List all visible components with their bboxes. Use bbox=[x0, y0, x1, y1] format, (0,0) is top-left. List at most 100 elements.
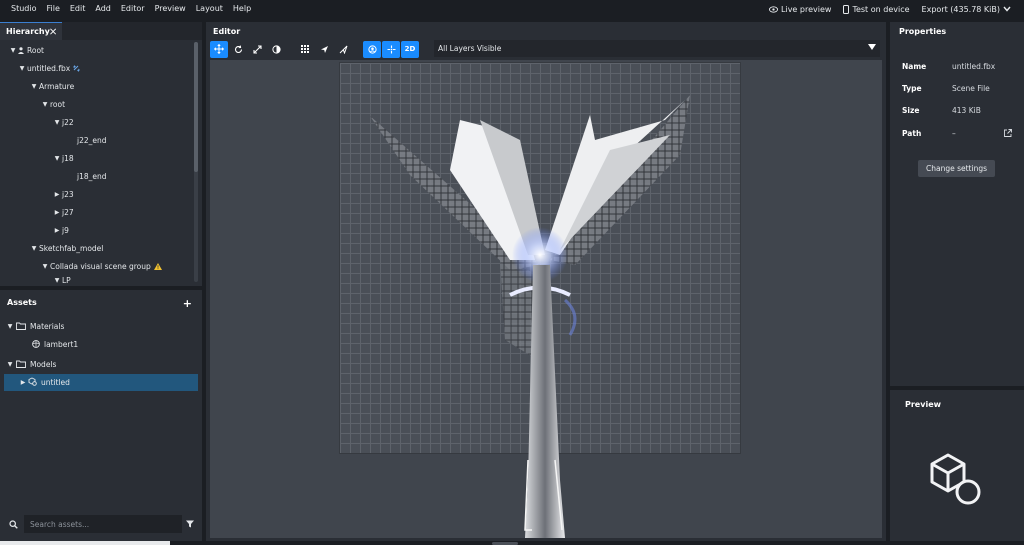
asset-row[interactable]: lambert1 bbox=[4, 336, 198, 353]
live-preview-button[interactable]: Live preview bbox=[769, 5, 831, 14]
add-asset-button[interactable]: + bbox=[183, 297, 192, 310]
preview-title: Preview bbox=[905, 400, 942, 409]
tree-node[interactable]: ▶ j27 bbox=[52, 204, 74, 220]
tree-node-label: j22_end bbox=[77, 135, 107, 145]
tree-node[interactable]: ▼ j18 bbox=[52, 150, 74, 166]
tree-node[interactable]: ▶ j9 bbox=[52, 222, 69, 238]
caret-down-icon[interactable]: ▼ bbox=[52, 155, 62, 162]
scene-viewport[interactable] bbox=[210, 60, 882, 538]
change-settings-button[interactable]: Change settings bbox=[918, 160, 995, 177]
asset-label: Models bbox=[30, 360, 57, 369]
scrollbar-thumb[interactable] bbox=[194, 42, 198, 172]
shading-mode-button[interactable] bbox=[267, 41, 285, 58]
live-preview-label: Live preview bbox=[781, 4, 832, 14]
tree-node[interactable]: j22_end bbox=[77, 132, 107, 148]
folder-icon bbox=[16, 360, 26, 370]
tree-node[interactable]: j18_end bbox=[77, 168, 107, 184]
scale-icon bbox=[252, 44, 262, 54]
tree-node-label: root bbox=[50, 99, 66, 109]
caret-right-icon[interactable]: ▶ bbox=[52, 209, 62, 216]
menu-studio[interactable]: Studio bbox=[6, 0, 41, 18]
tree-node[interactable]: ▼ LP bbox=[52, 276, 71, 284]
property-value: untitled.fbx bbox=[952, 61, 996, 71]
property-value: 413 KiB bbox=[952, 105, 981, 115]
move-tool-button[interactable] bbox=[210, 40, 228, 58]
layers-label: All Layers Visible bbox=[438, 44, 502, 53]
triangle-down-icon bbox=[868, 44, 876, 50]
caret-down-icon[interactable]: ▼ bbox=[17, 65, 27, 72]
menu-layout[interactable]: Layout bbox=[191, 0, 228, 18]
test-on-device-button[interactable]: Test on device bbox=[843, 4, 910, 14]
caret-down-icon[interactable]: ▼ bbox=[40, 101, 50, 108]
tab-hierarchy-label: Hierarchy bbox=[6, 27, 50, 36]
test-on-device-label: Test on device bbox=[852, 4, 910, 14]
caret-down-icon[interactable]: ▼ bbox=[4, 323, 16, 330]
menu-bar: Studio File Edit Add Editor Preview Layo… bbox=[0, 0, 1024, 18]
asset-row-selected[interactable]: ▶ untitled bbox=[4, 374, 198, 391]
menu-edit[interactable]: Edit bbox=[65, 0, 91, 18]
local-space-button[interactable] bbox=[382, 40, 400, 58]
menu-file[interactable]: File bbox=[41, 0, 64, 18]
tree-node[interactable]: ▼ root bbox=[40, 96, 65, 112]
property-key: Type bbox=[902, 83, 922, 93]
external-link-icon[interactable] bbox=[1004, 129, 1012, 137]
tree-node-label: j23 bbox=[62, 189, 74, 199]
search-icon bbox=[9, 520, 18, 529]
caret-down-icon[interactable]: ▼ bbox=[8, 47, 18, 54]
caret-down-icon[interactable]: ▼ bbox=[52, 277, 62, 284]
pivot-mode-button[interactable] bbox=[363, 40, 381, 58]
asset-folder-row[interactable]: ▼ Models bbox=[4, 356, 198, 373]
hierarchy-scrollbar[interactable] bbox=[194, 42, 198, 282]
caret-down-icon[interactable]: ▼ bbox=[29, 245, 39, 252]
tab-hierarchy[interactable]: Hierarchy bbox=[0, 22, 62, 40]
asset-label: lambert1 bbox=[44, 340, 79, 349]
caret-down-icon[interactable]: ▼ bbox=[29, 83, 39, 90]
property-key: Path bbox=[902, 128, 922, 138]
property-row-name: Name untitled.fbx bbox=[902, 59, 995, 73]
property-value: Scene File bbox=[952, 83, 990, 93]
close-icon[interactable] bbox=[49, 28, 56, 35]
filter-icon[interactable] bbox=[186, 520, 194, 528]
grid-icon bbox=[301, 45, 309, 53]
tree-node-label: j9 bbox=[62, 225, 69, 235]
asset-folder-row[interactable]: ▼ Materials bbox=[4, 318, 198, 335]
caret-down-icon[interactable]: ▼ bbox=[40, 263, 50, 270]
tree-node[interactable]: ▼ Sketchfab_model bbox=[29, 240, 104, 256]
property-value: – bbox=[952, 128, 956, 138]
search-assets-input[interactable] bbox=[24, 515, 182, 533]
tree-node-label: j18_end bbox=[77, 171, 107, 181]
snap-toggle-button[interactable] bbox=[315, 41, 333, 58]
caret-down-icon[interactable]: ▼ bbox=[52, 119, 62, 126]
caret-right-icon[interactable]: ▶ bbox=[52, 227, 62, 234]
rotate-tool-button[interactable] bbox=[229, 41, 247, 58]
tree-node[interactable]: ▼ Root bbox=[8, 42, 44, 58]
tree-node[interactable]: ▶ j23 bbox=[52, 186, 74, 202]
menu-add[interactable]: Add bbox=[90, 0, 116, 18]
menu-editor[interactable]: Editor bbox=[116, 0, 150, 18]
grid-toggle-button[interactable] bbox=[296, 41, 314, 58]
export-button[interactable]: Export (435.78 KiB) bbox=[922, 5, 1014, 14]
model-placeholder-icon bbox=[930, 453, 981, 505]
hierarchy-panel: Hierarchy ▼ Root ▼ untitled.fbx ▼ Armatu… bbox=[0, 22, 202, 286]
menu-help[interactable]: Help bbox=[228, 0, 256, 18]
layers-dropdown[interactable]: All Layers Visible bbox=[434, 40, 880, 57]
scale-tool-button[interactable] bbox=[248, 41, 266, 58]
2d-mode-button[interactable]: 2D bbox=[401, 40, 419, 58]
tree-node[interactable]: ▼ Collada visual scene group bbox=[40, 258, 165, 274]
phone-icon bbox=[843, 4, 850, 14]
pivot-icon bbox=[367, 44, 377, 54]
tree-node-label: untitled.fbx bbox=[27, 63, 71, 73]
tree-node[interactable]: ▼ untitled.fbx bbox=[17, 60, 83, 76]
scene-model bbox=[370, 95, 690, 538]
menu-preview[interactable]: Preview bbox=[150, 0, 191, 18]
property-row-path: Path – bbox=[902, 126, 956, 140]
navigate-tool-button[interactable] bbox=[334, 41, 352, 58]
caret-right-icon[interactable]: ▶ bbox=[52, 191, 62, 198]
caret-down-icon[interactable]: ▼ bbox=[4, 361, 16, 368]
caret-right-icon[interactable]: ▶ bbox=[18, 379, 28, 386]
status-strip bbox=[0, 541, 170, 545]
warning-icon bbox=[153, 262, 162, 270]
tree-node[interactable]: ▼ Armature bbox=[29, 78, 75, 94]
property-key: Size bbox=[902, 105, 920, 115]
tree-node[interactable]: ▼ j22 bbox=[52, 114, 74, 130]
